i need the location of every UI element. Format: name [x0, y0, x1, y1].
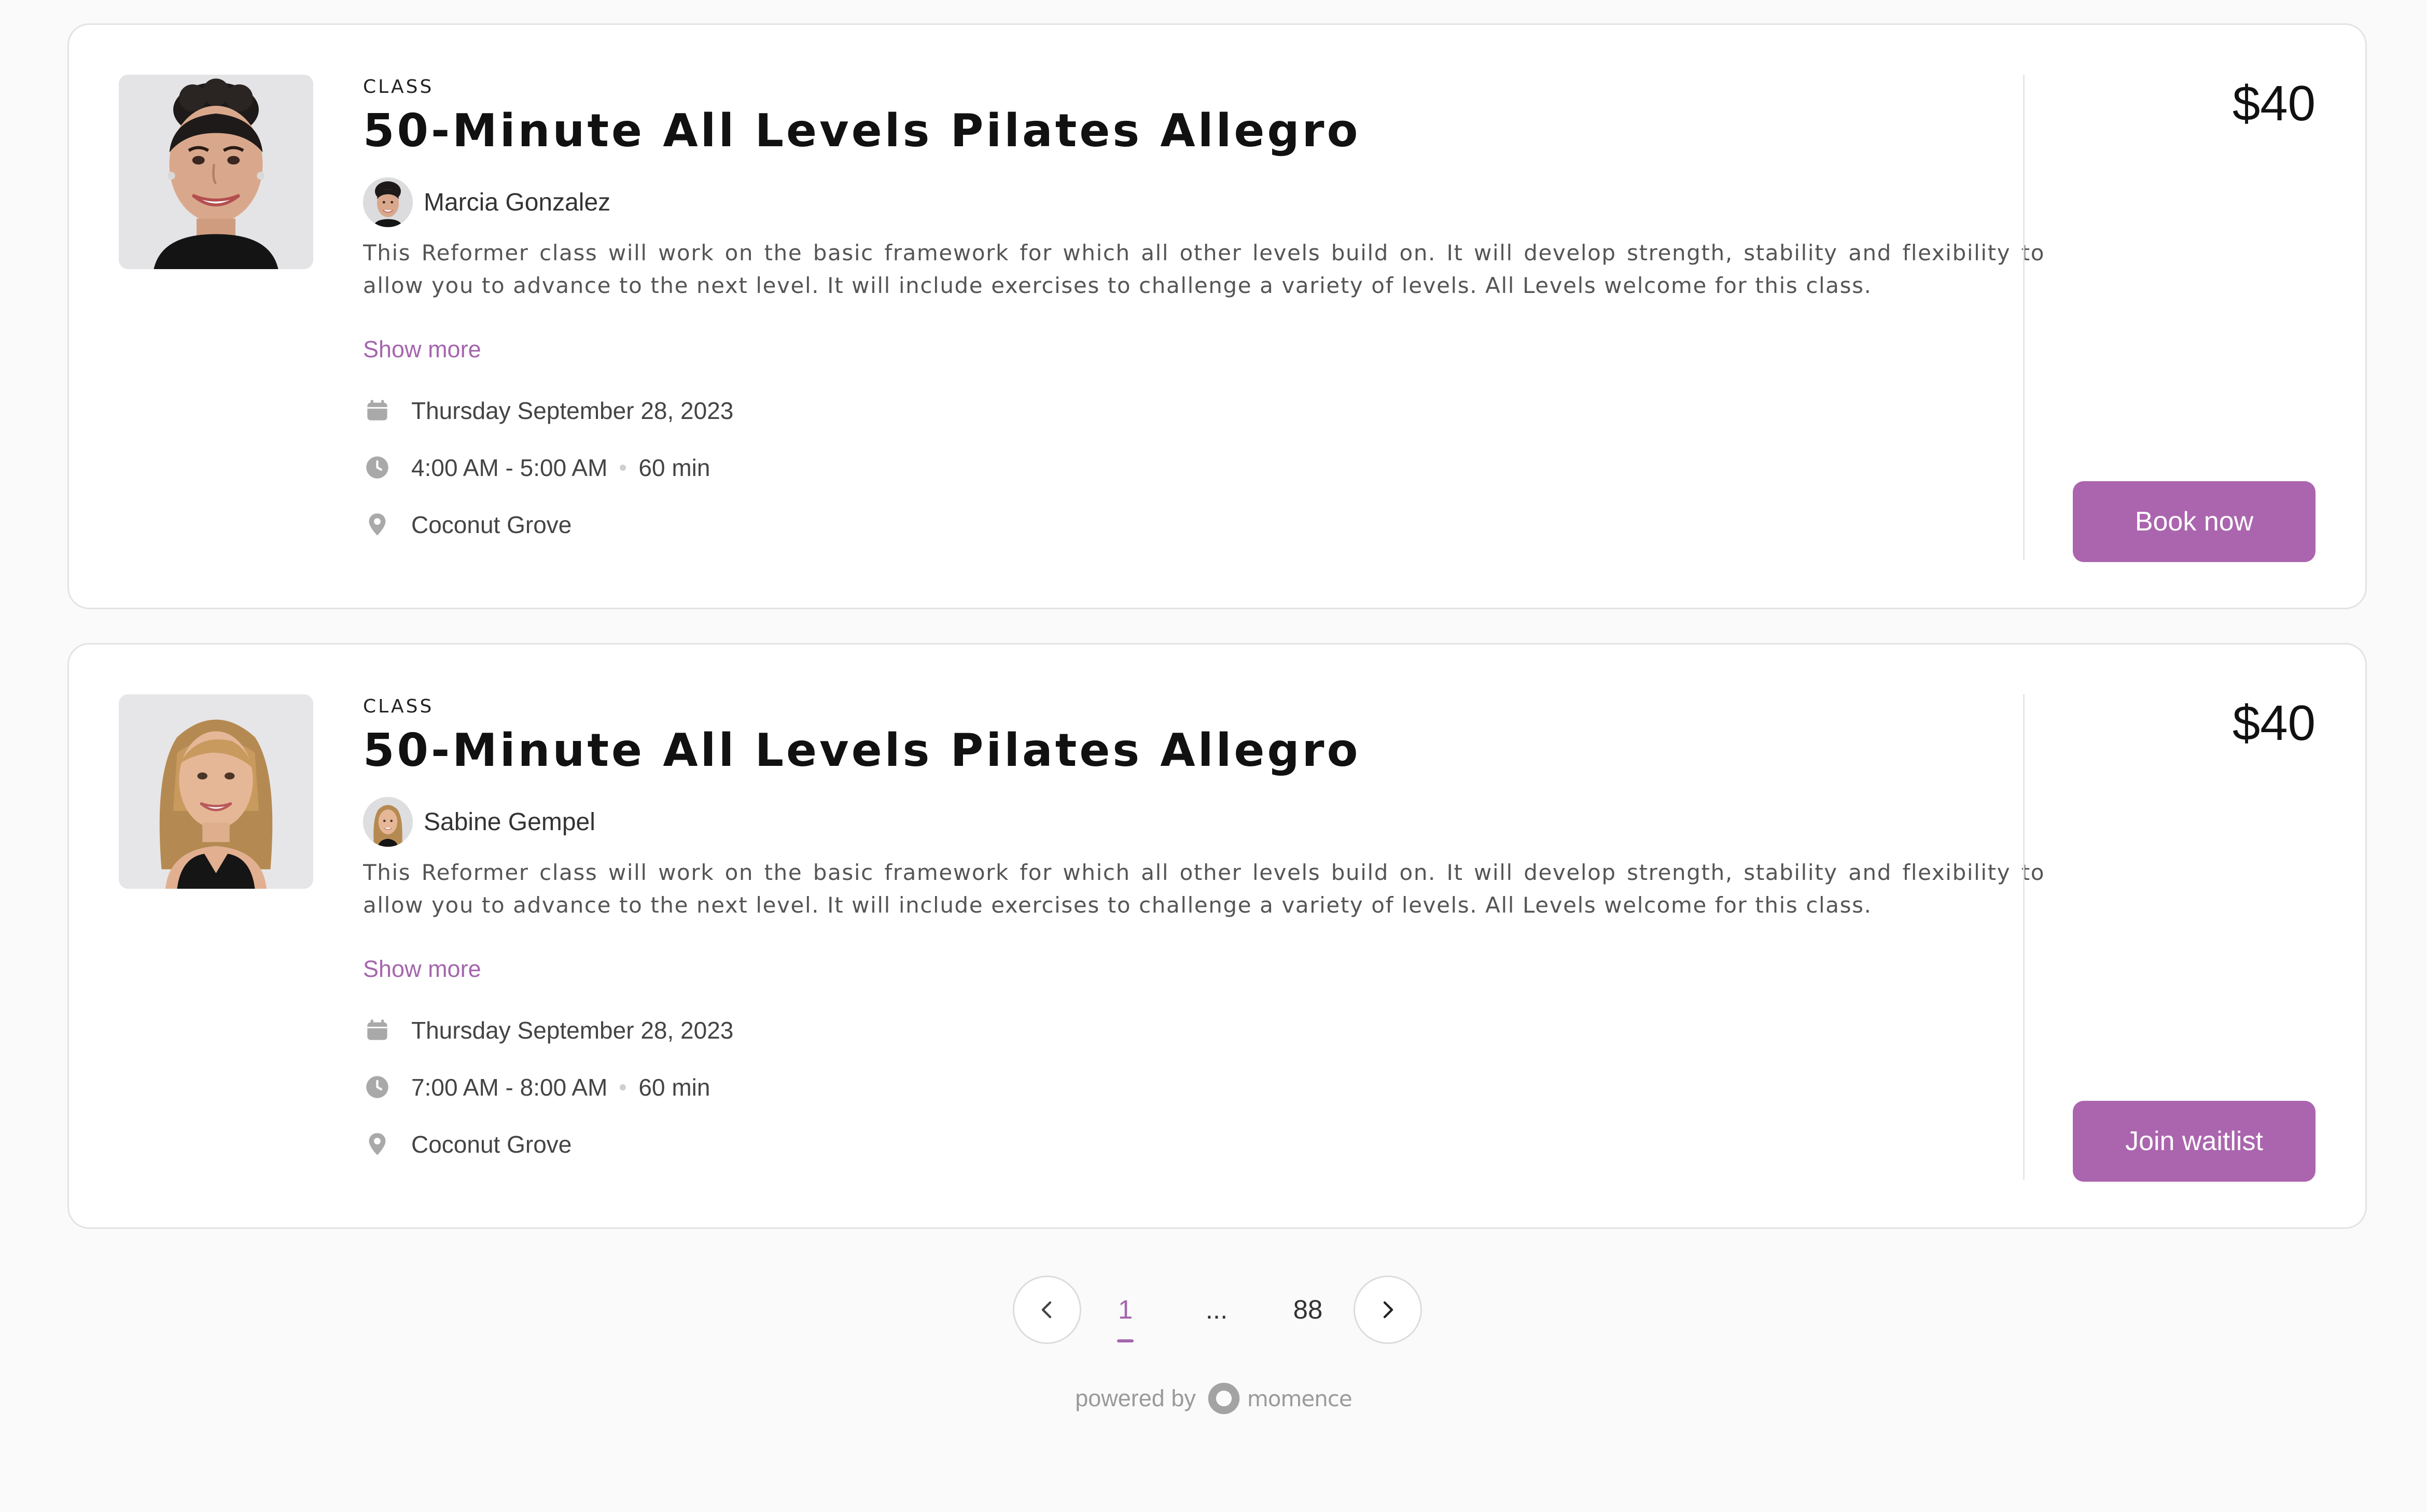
instructor-row[interactable]: Sabine Gempel: [363, 797, 2045, 847]
class-meta: Thursday September 28, 2023 4:00 AM - 5:…: [363, 391, 2045, 544]
card-divider: [2023, 75, 2025, 560]
show-more-link[interactable]: Show more: [363, 336, 481, 363]
class-location: Coconut Grove: [411, 1130, 572, 1158]
class-date: Thursday September 28, 2023: [411, 397, 734, 424]
time-row: 4:00 AM - 5:00 AM 60 min: [363, 448, 2045, 487]
class-type-label: CLASS: [363, 76, 434, 97]
instructor-avatar: [363, 177, 413, 227]
page-1-button[interactable]: 1: [1105, 1276, 1146, 1344]
class-duration: 60 min: [638, 1073, 710, 1101]
location-row: Coconut Grove: [363, 1125, 2045, 1164]
powered-by-label: powered by: [1075, 1385, 1196, 1411]
previous-page-button[interactable]: [1013, 1276, 1081, 1344]
class-type-label: CLASS: [363, 696, 434, 717]
class-meta: Thursday September 28, 2023 7:00 AM - 8:…: [363, 1011, 2045, 1164]
date-row: Thursday September 28, 2023: [363, 1011, 2045, 1049]
class-details: CLASS 50-Minute All Levels Pilates Alleg…: [363, 694, 2045, 1182]
class-title: 50-Minute All Levels Pilates Allegro: [363, 724, 1361, 777]
time-row: 7:00 AM - 8:00 AM 60 min: [363, 1068, 2045, 1107]
calendar-icon: [363, 397, 391, 425]
class-location: Coconut Grove: [411, 511, 572, 538]
clock-icon: [363, 1073, 391, 1101]
instructor-row[interactable]: Marcia Gonzalez: [363, 177, 2045, 227]
chevron-right-icon: [1383, 1301, 1393, 1319]
momence-brand: momence: [1247, 1385, 1352, 1411]
join-waitlist-button[interactable]: Join waitlist: [2073, 1101, 2316, 1182]
date-row: Thursday September 28, 2023: [363, 391, 2045, 430]
class-duration: 60 min: [638, 454, 710, 481]
show-more-link[interactable]: Show more: [363, 956, 481, 983]
class-time: 4:00 AM - 5:00 AM: [411, 454, 608, 481]
class-price: $40: [2232, 76, 2316, 131]
instructor-photo: [119, 694, 313, 889]
class-card: CLASS 50-Minute All Levels Pilates Alleg…: [67, 643, 2367, 1229]
class-description: This Reformer class will work on the bas…: [363, 240, 2045, 298]
page-last-button[interactable]: 88: [1282, 1276, 1334, 1344]
next-page-button[interactable]: [1354, 1276, 1422, 1344]
class-date: Thursday September 28, 2023: [411, 1016, 734, 1044]
instructor-name[interactable]: Sabine Gempel: [424, 808, 595, 836]
page-ellipsis: ...: [1205, 1295, 1228, 1324]
class-card: CLASS 50-Minute All Levels Pilates Alleg…: [67, 23, 2367, 609]
separator-dot: [620, 1084, 626, 1090]
calendar-icon: [363, 1016, 391, 1044]
card-divider: [2023, 694, 2025, 1180]
class-details: CLASS 50-Minute All Levels Pilates Alleg…: [363, 75, 2045, 562]
class-time: 7:00 AM - 8:00 AM: [411, 1073, 608, 1101]
pagination: 1 ... 88: [0, 1276, 2427, 1344]
chevron-left-icon: [1041, 1301, 1052, 1319]
class-description: This Reformer class will work on the bas…: [363, 860, 2045, 918]
instructor-name[interactable]: Marcia Gonzalez: [424, 188, 610, 217]
instructor-photo: [119, 75, 313, 269]
instructor-avatar: [363, 797, 413, 847]
clock-icon: [363, 454, 391, 482]
book-now-button[interactable]: Book now: [2073, 481, 2316, 562]
momence-logo-icon: [1208, 1382, 1240, 1415]
location-pin-icon: [363, 511, 391, 539]
separator-dot: [620, 464, 626, 471]
location-row: Coconut Grove: [363, 505, 2045, 544]
location-pin-icon: [363, 1130, 391, 1158]
class-price: $40: [2232, 695, 2316, 751]
class-title: 50-Minute All Levels Pilates Allegro: [363, 104, 1361, 157]
powered-by-footer[interactable]: powered by momence: [0, 1381, 2427, 1416]
